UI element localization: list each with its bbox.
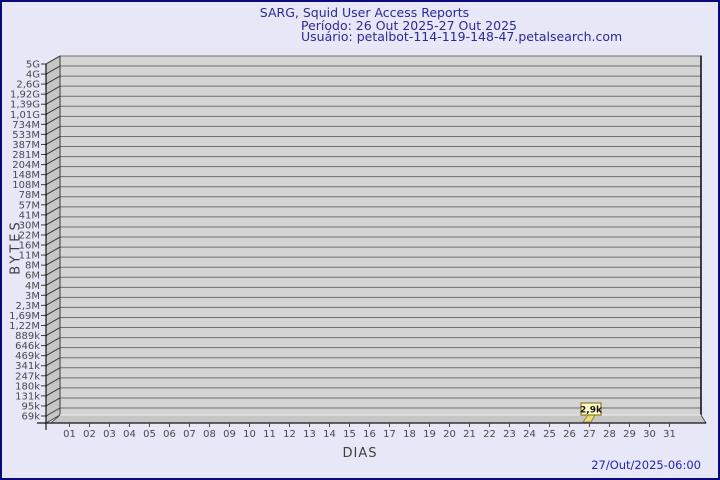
x-tick-label: 04 xyxy=(123,429,136,440)
x-tick-label: 15 xyxy=(343,429,356,440)
x-tick-label: 25 xyxy=(543,429,556,440)
x-tick-label: 21 xyxy=(463,429,476,440)
x-tick-label: 13 xyxy=(303,429,316,440)
x-tick-label: 28 xyxy=(603,429,616,440)
chart-plot: 5G4G2,6G1,92G1,39G1,01G734M533M387M281M2… xyxy=(0,0,720,480)
x-tick-label: 18 xyxy=(403,429,416,440)
x-tick-label: 26 xyxy=(563,429,576,440)
x-tick-label: 24 xyxy=(523,429,536,440)
x-tick-label: 17 xyxy=(383,429,396,440)
chart-user-subtitle: Usuário: petalbot-114-119-148-47.petalse… xyxy=(301,29,622,44)
y-axis-title: BYTES xyxy=(9,219,24,275)
x-tick-label: 07 xyxy=(183,429,196,440)
x-tick-label: 10 xyxy=(243,429,256,440)
x-tick-label: 02 xyxy=(83,429,96,440)
x-tick-label: 08 xyxy=(203,429,216,440)
x-tick-label: 19 xyxy=(423,429,436,440)
x-tick-label: 05 xyxy=(143,429,156,440)
x-tick-label: 22 xyxy=(483,429,496,440)
x-tick-label: 03 xyxy=(103,429,116,440)
x-tick-label: 12 xyxy=(283,429,296,440)
chart-timestamp: 27/Out/2025-06:00 xyxy=(591,458,701,472)
x-tick-label: 29 xyxy=(623,429,636,440)
x-tick-label: 23 xyxy=(503,429,516,440)
x-tick-label: 16 xyxy=(363,429,376,440)
plot-area xyxy=(60,56,701,415)
y-tick-label: 69k xyxy=(21,412,40,423)
floor-3d xyxy=(51,415,706,423)
flag-value-label: 2,9k xyxy=(580,406,603,416)
x-tick-label: 30 xyxy=(643,429,656,440)
x-tick-label: 14 xyxy=(323,429,336,440)
x-tick-label: 11 xyxy=(263,429,276,440)
sarg-report-chart: SARG, Squid User Access Reports Período:… xyxy=(0,0,720,480)
x-tick-label: 09 xyxy=(223,429,236,440)
left-wall-3d xyxy=(46,56,60,423)
x-tick-label: 27 xyxy=(583,429,596,440)
x-tick-label: 20 xyxy=(443,429,456,440)
x-tick-label: 01 xyxy=(63,429,76,440)
x-tick-label: 06 xyxy=(163,429,176,440)
x-tick-label: 31 xyxy=(663,429,676,440)
